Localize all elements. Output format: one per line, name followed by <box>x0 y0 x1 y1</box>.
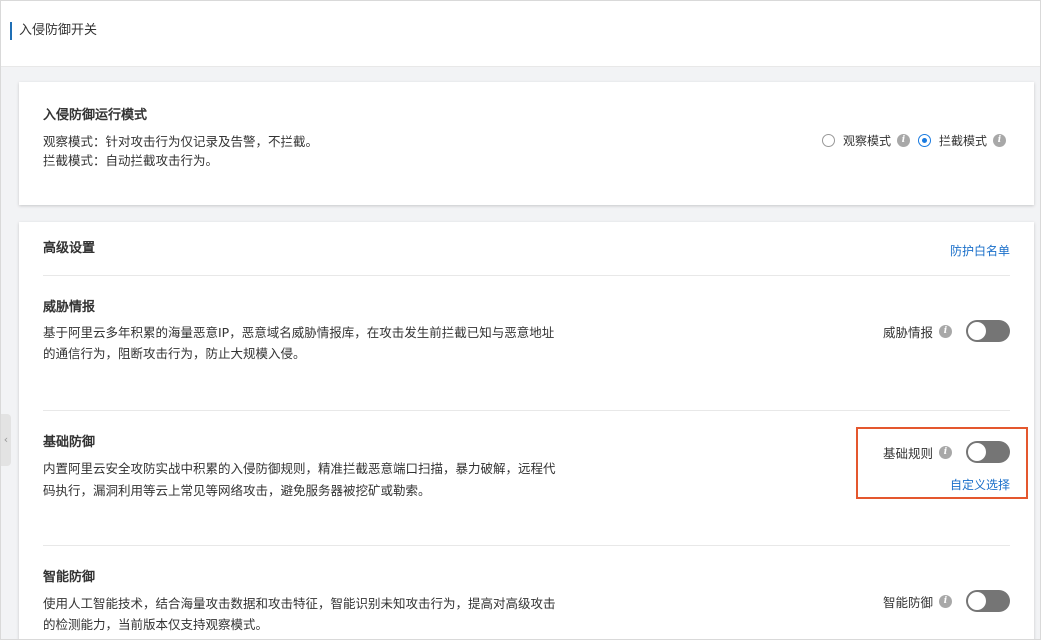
smart-defense-switch-label: 智能防御 <box>882 594 933 610</box>
smart-defense-toggle[interactable] <box>966 590 1010 612</box>
title-accent-bar <box>10 22 12 40</box>
divider <box>43 545 1010 546</box>
observe-mode-radio-circle[interactable] <box>821 134 835 147</box>
threat-intel-switch-row: 威胁情报 i <box>883 320 1010 342</box>
divider <box>43 410 1010 411</box>
collapse-handle-icon[interactable]: ‹ <box>1 414 11 466</box>
basic-defense-title: 基础防御 <box>43 435 96 450</box>
divider <box>43 275 1010 276</box>
observe-mode-radio[interactable]: 观察模式 <box>821 132 891 149</box>
threat-intel-switch-label: 威胁情报 <box>882 324 933 340</box>
block-mode-radio-circle[interactable] <box>917 134 931 147</box>
toggle-knob <box>968 592 986 610</box>
block-mode-radio[interactable]: 拦截模式 <box>917 132 987 149</box>
block-mode-info-icon[interactable]: i <box>993 134 1006 147</box>
observe-mode-info-icon[interactable]: i <box>896 134 910 147</box>
page-title: 入侵防御开关 <box>19 23 98 38</box>
page-header: 入侵防御开关 <box>1 1 1040 67</box>
threat-intel-info-icon[interactable]: i <box>939 324 952 338</box>
smart-defense-description-line1: 使用人工智能技术，结合海量攻击数据和攻击特征，智能识别未知攻击行为，提高对高级攻… <box>43 596 556 611</box>
advanced-settings-title: 高级设置 <box>43 241 96 256</box>
toggle-knob <box>968 322 986 340</box>
block-mode-description: 拦截模式：自动拦截攻击行为。 <box>43 153 219 168</box>
page-frame: 入侵防御开关 ‹ 入侵防御运行模式 观察模式：针对攻击行为仅记录及告警，不拦截。… <box>0 0 1041 640</box>
basic-defense-description-line1: 内置阿里云安全攻防实战中积累的入侵防御规则，精准拦截恶意端口扫描，暴力破解，远程… <box>43 461 556 476</box>
whitelist-link[interactable]: 防护白名单 <box>950 242 1010 259</box>
smart-defense-info-icon[interactable]: i <box>939 594 952 608</box>
threat-intel-title: 威胁情报 <box>43 300 96 315</box>
highlight-box <box>856 427 1028 499</box>
basic-defense-description-line2: 码执行，漏洞利用等云上常见等网络攻击，避免服务器被挖矿或勒索。 <box>43 483 431 498</box>
smart-defense-switch-row: 智能防御 i <box>883 590 1010 612</box>
threat-intel-toggle[interactable] <box>966 320 1010 342</box>
run-mode-card: 入侵防御运行模式 观察模式：针对攻击行为仅记录及告警，不拦截。 拦截模式：自动拦… <box>19 82 1034 205</box>
run-mode-radio-group: 观察模式 i 拦截模式 i <box>821 132 1006 149</box>
run-mode-title: 入侵防御运行模式 <box>43 108 148 123</box>
observe-mode-label: 观察模式 <box>842 134 891 148</box>
smart-defense-title: 智能防御 <box>43 570 96 585</box>
threat-intel-description-line2: 的通信行为，阻断攻击行为，防止大规模入侵。 <box>43 346 306 361</box>
threat-intel-description-line1: 基于阿里云多年积累的海量恶意IP，恶意域名威胁情报库，在攻击发生前拦截已知与恶意… <box>43 325 555 340</box>
smart-defense-description-line2: 的检测能力，当前版本仅支持观察模式。 <box>43 617 269 632</box>
block-mode-label: 拦截模式 <box>938 134 987 148</box>
